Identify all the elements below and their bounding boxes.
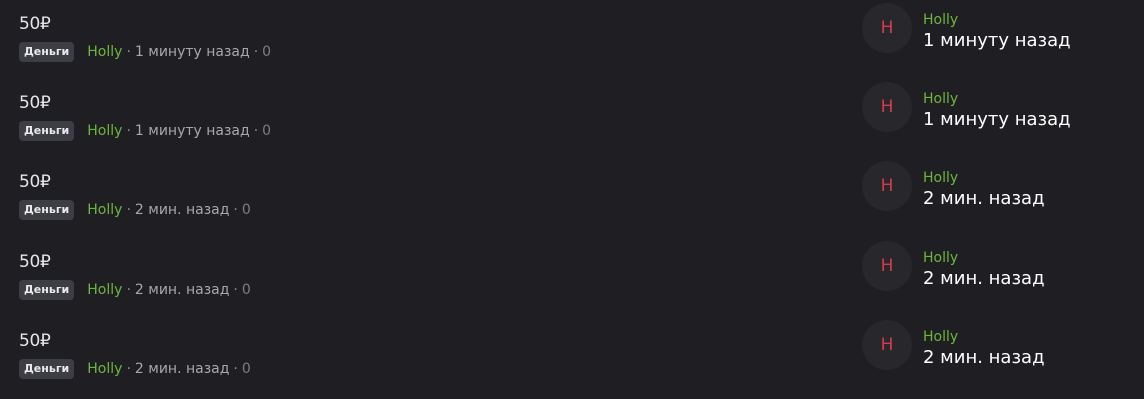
avatar[interactable]: H (862, 241, 912, 291)
avatar-letter: H (880, 97, 894, 117)
thread-title[interactable]: 50₽ (19, 252, 51, 272)
thread-title[interactable]: 50₽ (19, 172, 51, 192)
thread-row: 50₽ Деньги Holly · 2 мин. назад · 0 H Ho… (0, 238, 1144, 317)
post-time: 1 минуту назад (134, 123, 250, 139)
reply-count: 0 (262, 123, 272, 139)
separator: · (253, 123, 259, 139)
last-post-info: Holly 2 мин. назад (923, 249, 1045, 291)
separator: · (233, 282, 238, 298)
last-post-time: 1 минуту назад (923, 109, 1071, 130)
last-post-time: 2 мин. назад (923, 268, 1045, 289)
avatar[interactable]: H (862, 3, 912, 53)
thread-list: 50₽ Деньги Holly · 1 минуту назад · 0 H … (0, 0, 1144, 399)
post-time: 2 мин. назад (134, 202, 230, 218)
reply-count: 0 (262, 44, 272, 60)
separator: · (126, 123, 131, 139)
category-tag[interactable]: Деньги (19, 121, 75, 141)
separator: · (233, 202, 238, 218)
avatar-letter: H (880, 256, 894, 276)
category-tag[interactable]: Деньги (19, 359, 75, 379)
last-post-author[interactable]: Holly (923, 249, 1045, 267)
post-time: 2 мин. назад (134, 361, 230, 377)
thread-meta: Деньги Holly · 1 минуту назад · 0 (19, 42, 271, 62)
reply-count: 0 (241, 202, 251, 218)
separator: · (253, 44, 259, 60)
category-tag[interactable]: Деньги (19, 280, 75, 300)
separator: · (126, 361, 131, 377)
reply-count: 0 (241, 361, 251, 377)
last-post-info: Holly 2 мин. назад (923, 328, 1045, 370)
author-link[interactable]: Holly (87, 44, 122, 60)
last-post-author[interactable]: Holly (923, 328, 1045, 346)
thread-title[interactable]: 50₽ (19, 93, 51, 113)
category-tag[interactable]: Деньги (19, 42, 75, 62)
last-post-author[interactable]: Holly (923, 11, 1071, 29)
last-post-info: Holly 1 минуту назад (923, 11, 1071, 53)
author-link[interactable]: Holly (87, 123, 122, 139)
avatar-letter: H (880, 335, 894, 355)
last-post-info: Holly 2 мин. назад (923, 169, 1045, 211)
thread-meta: Деньги Holly · 1 минуту назад · 0 (19, 121, 271, 141)
last-post-author[interactable]: Holly (923, 169, 1045, 187)
avatar-letter: H (880, 176, 894, 196)
post-time: 2 мин. назад (134, 282, 230, 298)
author-link[interactable]: Holly (87, 361, 122, 377)
avatar[interactable]: H (862, 82, 912, 132)
last-post-time: 2 мин. назад (923, 188, 1045, 209)
thread-title[interactable]: 50₽ (19, 14, 51, 34)
avatar[interactable]: H (862, 161, 912, 211)
thread-row: 50₽ Деньги Holly · 2 мин. назад · 0 H Ho… (0, 158, 1144, 237)
thread-row: 50₽ Деньги Holly · 1 минуту назад · 0 H … (0, 0, 1144, 79)
reply-count: 0 (241, 282, 251, 298)
thread-title[interactable]: 50₽ (19, 331, 51, 351)
thread-row: 50₽ Деньги Holly · 2 мин. назад · 0 H Ho… (0, 317, 1144, 396)
post-time: 1 минуту назад (134, 44, 250, 60)
category-tag[interactable]: Деньги (19, 200, 75, 220)
thread-meta: Деньги Holly · 2 мин. назад · 0 (19, 359, 251, 379)
author-link[interactable]: Holly (87, 202, 122, 218)
separator: · (126, 202, 131, 218)
avatar[interactable]: H (862, 320, 912, 370)
last-post-info: Holly 1 минуту назад (923, 90, 1071, 132)
thread-row: 50₽ Деньги Holly · 1 минуту назад · 0 H … (0, 79, 1144, 158)
avatar-letter: H (880, 18, 894, 38)
separator: · (233, 361, 238, 377)
last-post-time: 2 мин. назад (923, 347, 1045, 368)
thread-meta: Деньги Holly · 2 мин. назад · 0 (19, 200, 251, 220)
last-post-author[interactable]: Holly (923, 90, 1071, 108)
author-link[interactable]: Holly (87, 282, 122, 298)
separator: · (126, 282, 131, 298)
thread-meta: Деньги Holly · 2 мин. назад · 0 (19, 280, 251, 300)
last-post-time: 1 минуту назад (923, 30, 1071, 51)
separator: · (126, 44, 131, 60)
